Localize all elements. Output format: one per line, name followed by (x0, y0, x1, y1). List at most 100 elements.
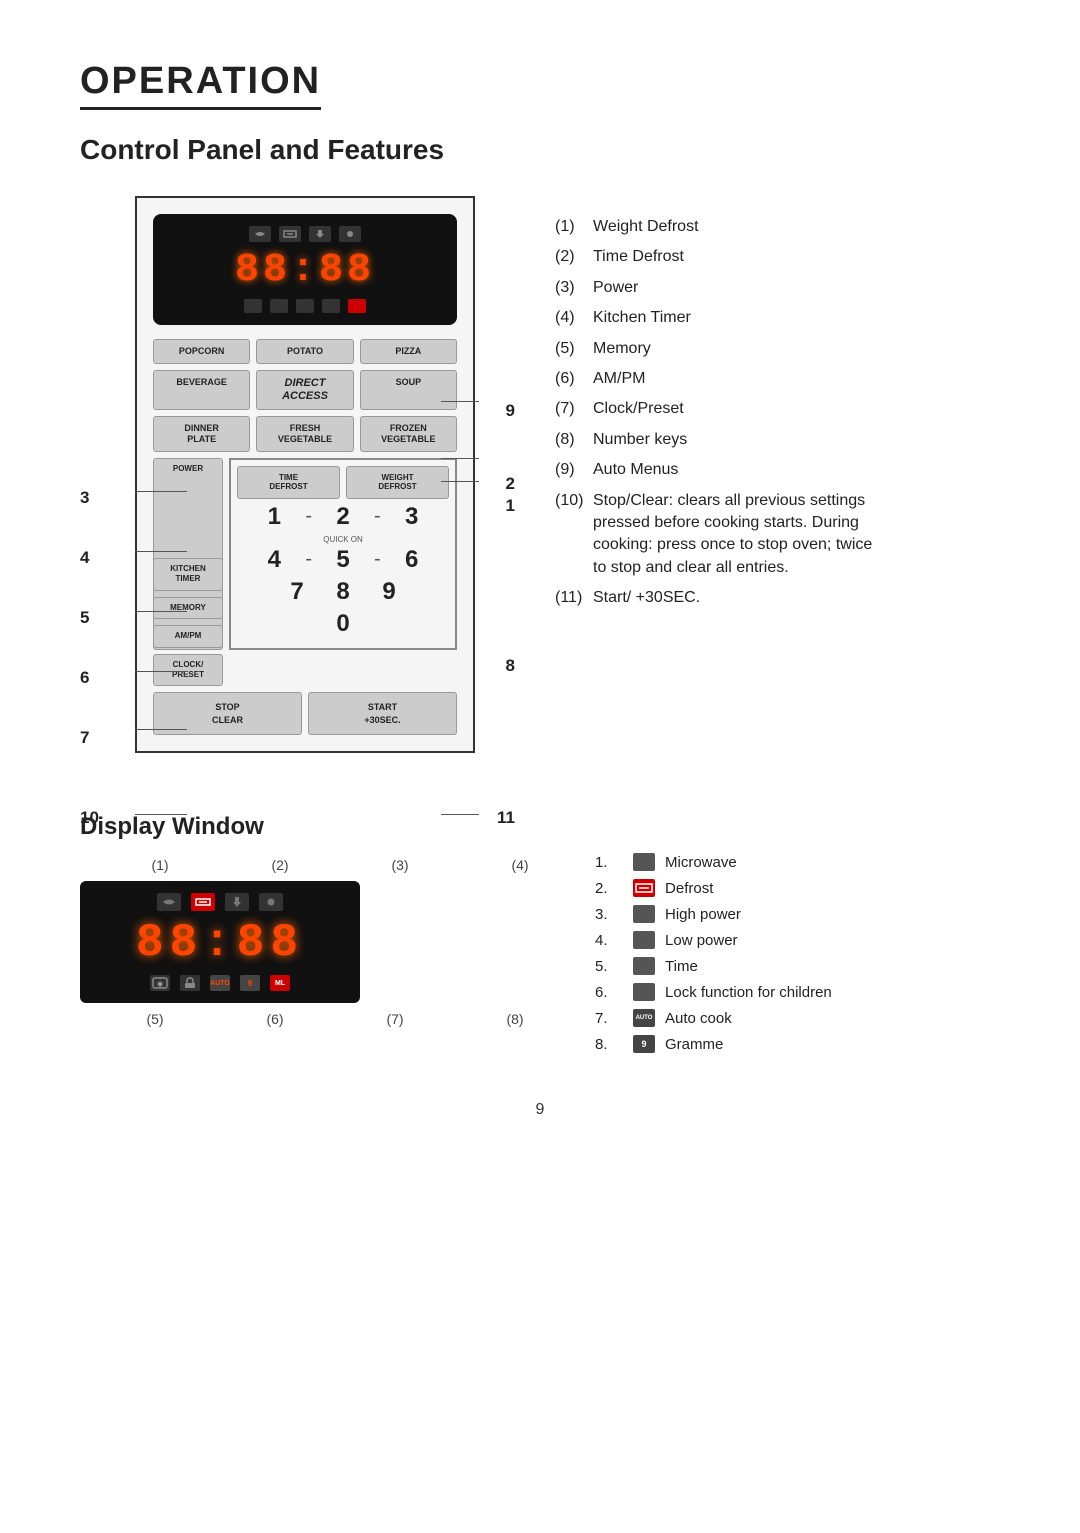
dw-callout-bottom: (5) (6) (7) (8) (80, 1011, 535, 1027)
direct-access-row: BEVERAGE DirectAccess SOUP (153, 370, 457, 410)
btn-potato[interactable]: POTATO (256, 339, 353, 364)
btn-time-defrost[interactable]: TIMEDEFROST (237, 466, 340, 499)
annotation-8: 8 (506, 656, 515, 676)
feature-item-8: (8) Number keys (555, 429, 1000, 451)
dw-icon-time: ◉ (150, 975, 170, 991)
num-4[interactable]: 4 (259, 546, 289, 574)
btn-dinner-plate[interactable]: DINNERPLATE (153, 416, 250, 452)
microwave-panel: 88:88 POPCORN POTATO PIZZA BEVERAGE (135, 196, 475, 753)
annotation-3: 3 (80, 488, 89, 508)
icon-defrost (279, 226, 301, 242)
btn-soup[interactable]: SOUP (360, 370, 457, 410)
bottom-buttons-row: STOPCLEAR START+30sec. (153, 692, 457, 735)
dw-feature-3: 3. High power (595, 905, 1000, 923)
dw-inline-icon-microwave (633, 853, 655, 871)
btn-clock-preset[interactable]: CLOCK/PRESET (153, 654, 223, 687)
dw-icon-lock (180, 975, 200, 991)
btn-frozen-vegetable[interactable]: FROZENVEGETABLE (360, 416, 457, 452)
line-kitchen (135, 551, 187, 552)
display-window-section: Display Window (1) (2) (3) (4) (80, 813, 1000, 1061)
line-stop (135, 814, 187, 815)
display-time: 88:88 (235, 248, 375, 293)
quick-on-label: QUICK ON (237, 535, 449, 544)
dw-icon-gramme: 9 (240, 975, 260, 991)
feature-item-2: (2) Time Defrost (555, 246, 1000, 268)
btn-memory[interactable]: MEMORY (153, 597, 223, 619)
icon-clock-sm (244, 299, 262, 313)
annotation-10: 10 (80, 808, 99, 828)
dw-inline-icon-highpower (633, 905, 655, 923)
annotation-7: 7 (80, 728, 89, 748)
line-start (441, 814, 479, 815)
num-7[interactable]: 7 (282, 578, 312, 606)
dw-inline-icon-lowpower (633, 931, 655, 949)
feature-item-6: (6) AM/PM (555, 368, 1000, 390)
num-3[interactable]: 3 (397, 503, 427, 531)
btn-pizza[interactable]: PIZZA (360, 339, 457, 364)
numpad-row-456: 4 - 5 - 6 (237, 546, 449, 574)
feature-item-7: (7) Clock/Preset (555, 398, 1000, 420)
section-subtitle: Control Panel and Features (80, 134, 1000, 166)
dw-icon-ml: ML (270, 975, 290, 991)
btn-direct-access[interactable]: DirectAccess (256, 370, 353, 410)
dw-feature-4: 4. Low power (595, 931, 1000, 949)
num-5[interactable]: 5 (328, 546, 358, 574)
num-6[interactable]: 6 (397, 546, 427, 574)
num-9[interactable]: 9 (374, 578, 404, 606)
auto-menu-row-1: POPCORN POTATO PIZZA (153, 339, 457, 364)
num-8[interactable]: 8 (328, 578, 358, 606)
dw-icon-microwave (157, 893, 181, 911)
annotation-5: 5 (80, 608, 89, 628)
dw-icon-autocook: AUTO (210, 975, 230, 991)
num-0[interactable]: 0 (328, 610, 358, 638)
dw-display-time: 88:88 (94, 917, 346, 969)
display-area: 88:88 (153, 214, 457, 325)
annotation-11: 11 (497, 808, 515, 828)
icon-high-power (309, 226, 331, 242)
dw-inline-icon-defrost (633, 879, 655, 897)
line-auto-menu (441, 401, 479, 402)
btn-weight-defrost[interactable]: WEIGHTDEFROST (346, 466, 449, 499)
annotation-1: 1 (506, 496, 515, 516)
btn-fresh-vegetable[interactable]: FRESHVEGETABLE (256, 416, 353, 452)
dw-feature-1: 1. Microwave (595, 853, 1000, 871)
num-2[interactable]: 2 (328, 503, 358, 531)
btn-start[interactable]: START+30sec. (308, 692, 457, 735)
icon-low-power (339, 226, 361, 242)
dw-inline-icon-time (633, 957, 655, 975)
dw-icon-highpower (225, 893, 249, 911)
numpad-row-789: 7 8 9 (237, 578, 449, 606)
dw-features-list: 1. Microwave 2. Defrost 3. High power (595, 813, 1000, 1061)
icon-lock-sm (270, 299, 288, 313)
annotation-4: 4 (80, 548, 89, 568)
btn-beverage[interactable]: BEVERAGE (153, 370, 250, 410)
btn-kitchen-timer[interactable]: KITCHENTIMER (153, 558, 223, 591)
svg-text:◉: ◉ (157, 981, 163, 988)
display-window-title: Display Window (80, 813, 535, 841)
display-icons-top (249, 226, 361, 242)
feature-item-10: (10) Stop/Clear: clears all previous set… (555, 490, 1000, 580)
btn-ampm[interactable]: AM/PM (153, 625, 223, 647)
numpad-row-0: 0 (237, 610, 449, 638)
dw-inline-icon-gramme: 9 (633, 1035, 655, 1053)
line-time-defrost (441, 458, 479, 459)
dw-feature-6: 6. Lock function for children (595, 983, 1000, 1001)
annotation-9: 9 (506, 401, 515, 421)
line-clock (135, 729, 187, 730)
display-window-left: Display Window (1) (2) (3) (4) (80, 813, 535, 1027)
dw-feature-2: 2. Defrost (595, 879, 1000, 897)
dw-icons-top (94, 893, 346, 911)
feature-item-11: (11) Start/ +30SEC. (555, 587, 1000, 609)
num-1[interactable]: 1 (259, 503, 289, 531)
feature-item-5: (5) Memory (555, 338, 1000, 360)
dw-icon-lowpower (259, 893, 283, 911)
auto-menu-row-2: DINNERPLATE FRESHVEGETABLE FROZENVEGETAB… (153, 416, 457, 452)
line-ampm (135, 671, 187, 672)
feature-item-3: (3) Power (555, 277, 1000, 299)
icon-ml-sm (348, 299, 366, 313)
icon-gramme-sm (322, 299, 340, 313)
page-title: OPERATION (80, 60, 321, 110)
dw-feature-7: 7. AUTO Auto cook (595, 1009, 1000, 1027)
line-memory (135, 611, 187, 612)
btn-popcorn[interactable]: POPCORN (153, 339, 250, 364)
